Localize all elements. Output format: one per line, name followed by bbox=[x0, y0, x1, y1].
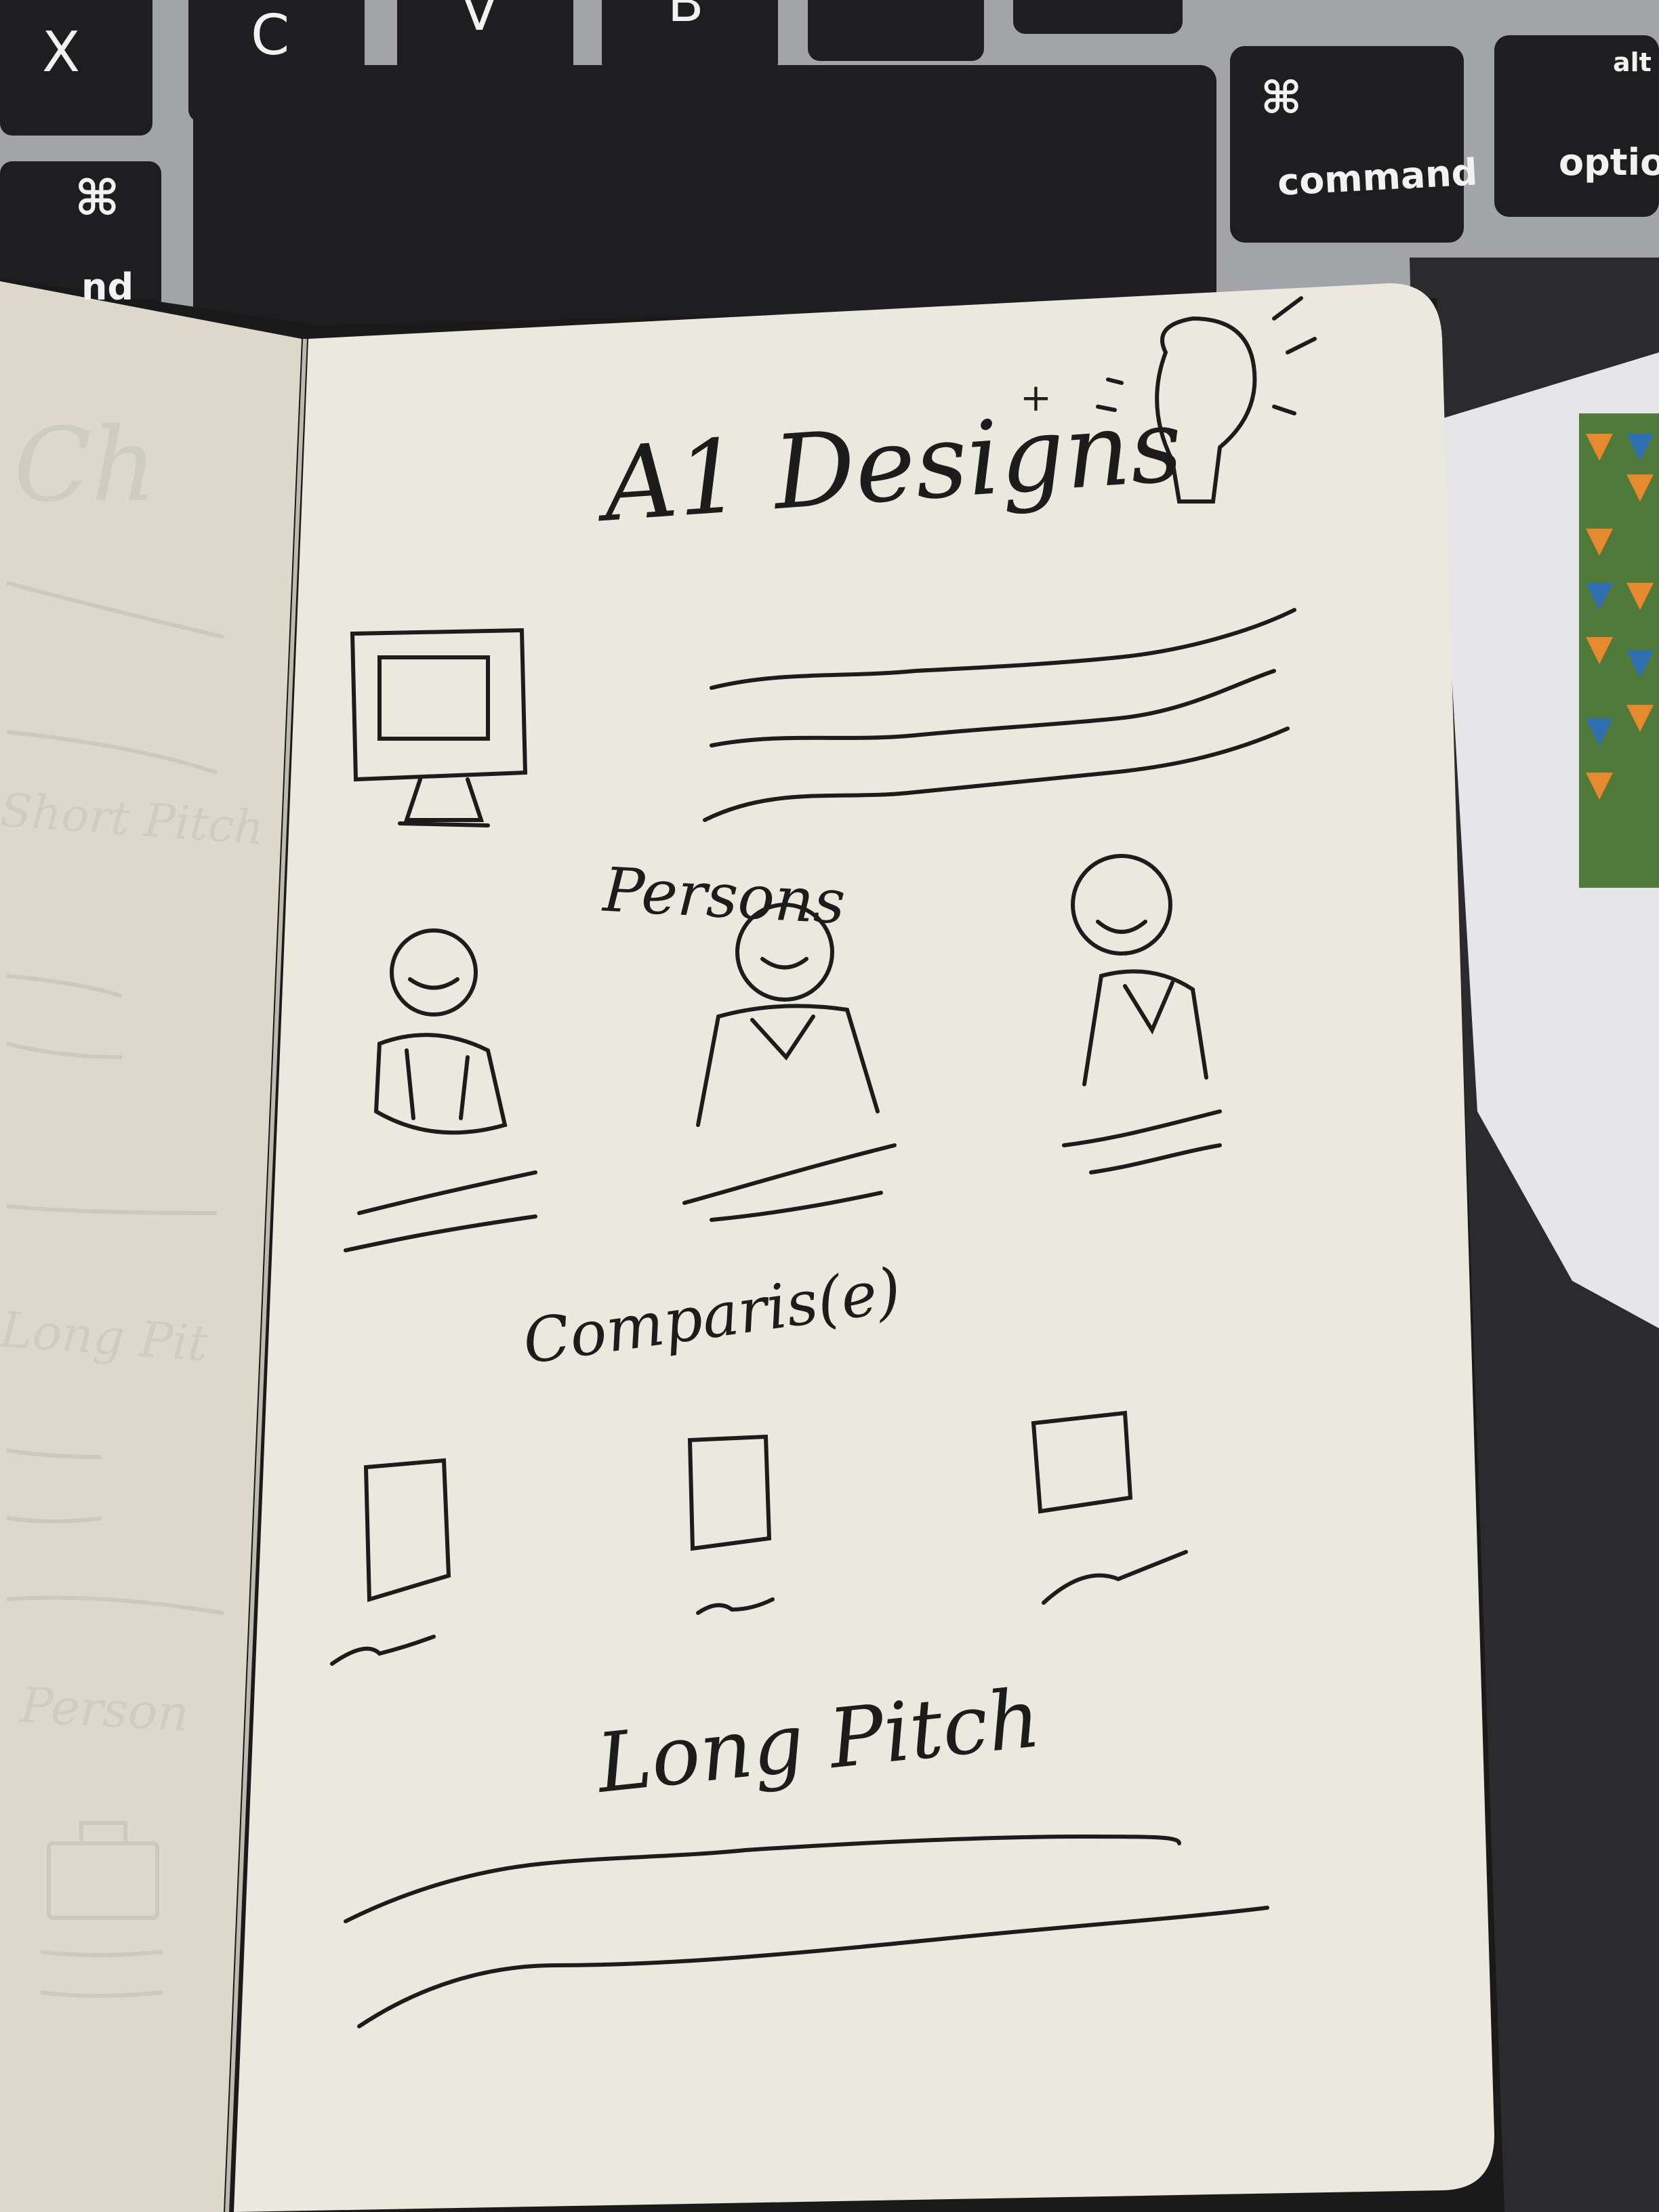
command-left-label: nd bbox=[81, 266, 134, 308]
key-b-label: B bbox=[668, 0, 704, 34]
option-label: optior bbox=[1559, 141, 1659, 184]
sketch-title-mark: + bbox=[1020, 376, 1052, 420]
personas-heading: Persons bbox=[601, 854, 847, 939]
alt-label: alt bbox=[1613, 47, 1652, 77]
key-v-label: V bbox=[461, 0, 498, 43]
key-n bbox=[808, 0, 984, 61]
key-space bbox=[193, 65, 1216, 331]
photo-scene: X C V B ⌘ nd ⌘ command alt optior Ch Sho… bbox=[0, 0, 1659, 2212]
command-right-symbol: ⌘ bbox=[1261, 72, 1303, 124]
left-page-top-text: Ch bbox=[14, 407, 157, 525]
scene-drawing bbox=[0, 0, 1659, 2212]
right-page bbox=[234, 283, 1494, 2212]
key-x-label: X bbox=[42, 20, 81, 85]
command-left-symbol: ⌘ bbox=[75, 169, 120, 226]
key-c-label: C bbox=[251, 3, 290, 68]
left-page-personas-text: Person bbox=[18, 1676, 190, 1742]
key-m bbox=[1013, 0, 1183, 34]
